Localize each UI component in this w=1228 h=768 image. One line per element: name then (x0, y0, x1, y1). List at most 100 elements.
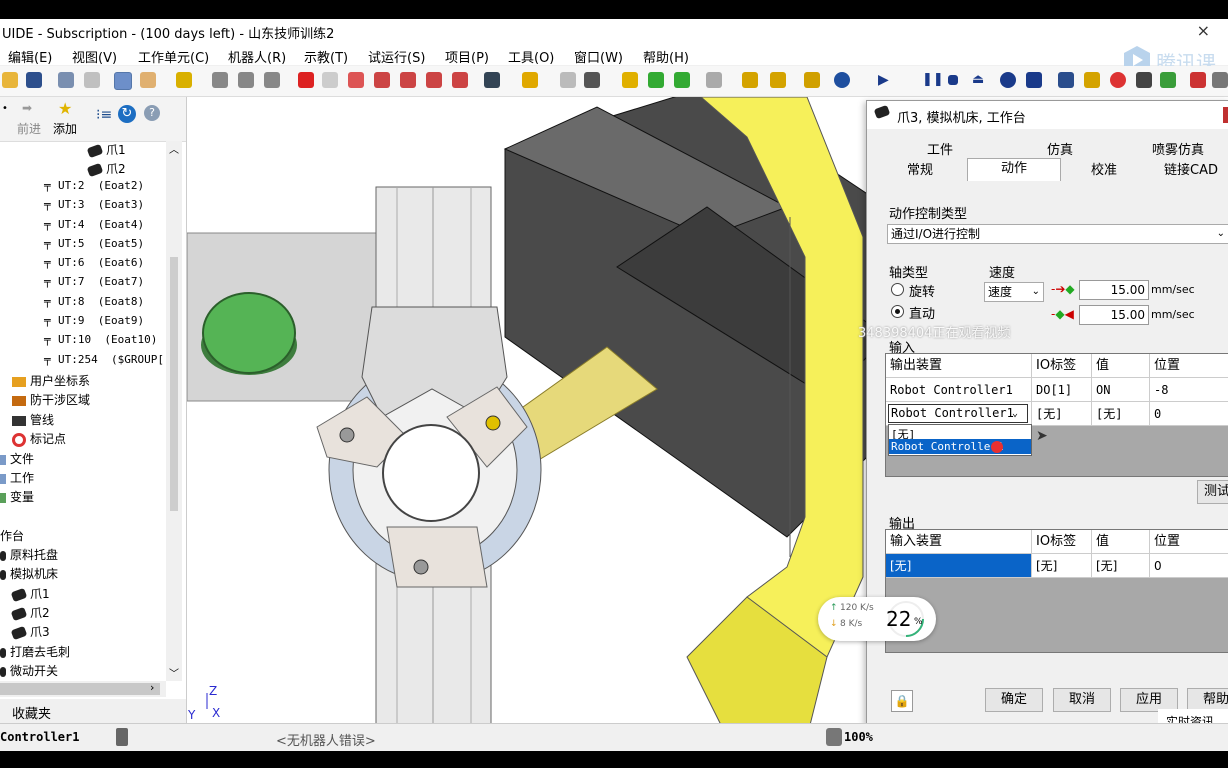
menu-robot[interactable]: 机器人(R) (228, 47, 286, 66)
speed-type-select[interactable]: 速度 ⌄ (984, 282, 1044, 302)
tree-item-user-frames[interactable]: 用户坐标系 (12, 372, 90, 390)
frame-icon[interactable] (452, 72, 468, 88)
tree-item-claw3[interactable]: 爪3 (10, 623, 50, 641)
open-icon[interactable] (2, 72, 18, 88)
radio-rotate[interactable] (891, 283, 904, 296)
camera-icon[interactable] (584, 72, 600, 88)
save-icon[interactable] (26, 72, 42, 88)
zoom-in-icon[interactable] (212, 72, 228, 88)
path-icon[interactable] (426, 72, 442, 88)
tree-item-files[interactable]: 文件 (0, 450, 34, 468)
refresh-icon[interactable]: ↻ (118, 105, 136, 123)
chevron-up-icon[interactable]: ︿ (169, 141, 179, 156)
monitor-icon[interactable] (1026, 72, 1042, 88)
favorites-tab[interactable]: 收藏夹 (0, 699, 186, 723)
test-button[interactable]: 测试 (1197, 480, 1228, 504)
link-icon[interactable] (706, 72, 722, 88)
measure-icon[interactable] (322, 72, 338, 88)
forward-speed-input[interactable]: 15.00 (1079, 280, 1149, 300)
redo-icon[interactable] (84, 72, 100, 88)
teach-icon[interactable] (648, 72, 664, 88)
tree-item-claw2[interactable]: 爪2 (10, 604, 50, 622)
cancel-run-icon[interactable] (1000, 72, 1016, 88)
more-icon[interactable] (1212, 72, 1228, 88)
tree-item-ut[interactable]: ╤ UT:10 (Eoat10) (44, 333, 157, 351)
target-icon[interactable] (374, 72, 390, 88)
program-icon[interactable] (770, 72, 786, 88)
part-icon[interactable] (1084, 72, 1100, 88)
tree-item-ut[interactable]: ╤ UT:3 (Eoat3) (44, 198, 144, 216)
scrollbar-thumb[interactable] (0, 683, 160, 695)
menu-tools[interactable]: 工具(O) (508, 47, 554, 66)
tab-general[interactable]: 常规 (875, 161, 965, 181)
close-icon[interactable] (1223, 107, 1228, 123)
pause-icon[interactable]: ❚❚ (922, 72, 944, 88)
tab-link-cad[interactable]: 链接CAD (1151, 161, 1228, 181)
tree-item-variables[interactable]: 变量 (0, 488, 34, 506)
help-icon[interactable] (176, 72, 192, 88)
tree-item-ut[interactable]: ╤ UT:254 ($GROUP[ (44, 353, 164, 371)
lock-icon[interactable]: 🔒 (891, 690, 913, 712)
tree-item-ut[interactable]: ╤ UT:6 (Eoat6) (44, 256, 144, 274)
menu-help[interactable]: 帮助(H) (643, 47, 689, 66)
group-icon[interactable] (742, 72, 758, 88)
menu-edit[interactable]: 编辑(E) (8, 47, 52, 66)
device-select[interactable]: Robot Controller1 ⌄ (886, 402, 1032, 426)
move-icon[interactable] (298, 72, 314, 88)
tree-item-material-tray[interactable]: 原料托盘 (0, 546, 58, 564)
add-button[interactable]: 添加 (53, 120, 77, 137)
forward-button[interactable]: 前进 (17, 120, 41, 137)
scrollbar-thumb[interactable] (170, 257, 178, 511)
candle-icon[interactable] (804, 72, 820, 88)
ruler-icon[interactable] (522, 72, 538, 88)
tab-spray-simulation[interactable]: 喷雾仿真 (1125, 141, 1228, 161)
chevron-right-icon[interactable]: › (150, 681, 154, 694)
robot-icon[interactable] (622, 72, 638, 88)
tree-item-ut[interactable]: ╤ UT:8 (Eoat8) (44, 295, 144, 313)
box-icon[interactable] (1190, 72, 1206, 88)
undo-icon[interactable] (58, 72, 74, 88)
tree-item-claw1[interactable]: 爪1 (86, 141, 126, 159)
table-row[interactable]: [无] [无] [无] 0 (886, 554, 1228, 578)
table-row[interactable]: Robot Controller1 ⌄ [无] [无] 0 (886, 402, 1228, 426)
forward-arrow-icon[interactable]: ➡ (22, 101, 32, 115)
tree-item-machine[interactable]: 模拟机床 (0, 565, 58, 583)
menu-window[interactable]: 窗口(W) (574, 47, 623, 66)
tree-item-ut[interactable]: ╤ UT:7 (Eoat7) (44, 275, 144, 293)
tree-item-work[interactable]: 工作 (0, 469, 34, 487)
tree-item-microswitch[interactable]: 微动开关 (0, 662, 58, 680)
tree-item-ut[interactable]: ╤ UT:4 (Eoat4) (44, 218, 144, 236)
menu-workcell[interactable]: 工作单元(C) (138, 47, 209, 66)
grid-icon[interactable] (1136, 72, 1152, 88)
building-icon[interactable] (1058, 72, 1074, 88)
menu-view[interactable]: 视图(V) (72, 47, 117, 66)
menu-project[interactable]: 项目(P) (445, 47, 489, 66)
tree-item-ut[interactable]: ╤ UT:5 (Eoat5) (44, 237, 144, 255)
tree-item-ut[interactable]: ╤ UT:2 (Eoat2) (44, 179, 144, 197)
tool-icon[interactable] (674, 72, 690, 88)
zoom-fit-icon[interactable] (264, 72, 280, 88)
help-circle-icon[interactable]: ? (144, 105, 160, 121)
cancel-button[interactable]: 取消 (1053, 688, 1111, 712)
menu-test-run[interactable]: 试运行(S) (368, 47, 425, 66)
ok-button[interactable]: 确定 (985, 688, 1043, 712)
radio-linear[interactable] (891, 305, 904, 318)
cell-browser-icon[interactable] (114, 72, 132, 90)
user-icon[interactable] (1160, 72, 1176, 88)
tree-item-worktable[interactable]: 作台 (0, 527, 24, 545)
tree-item-markers[interactable]: 标记点 (12, 430, 66, 448)
close-icon[interactable]: × (1197, 21, 1210, 40)
tree-vertical-scrollbar[interactable]: ︿ ﹀ (166, 141, 182, 681)
jog-icon[interactable] (348, 72, 364, 88)
tree-item-claw1[interactable]: 爪1 (10, 585, 50, 603)
tree-item-deburr[interactable]: 打磨去毛刺 (0, 643, 70, 661)
menu-teach[interactable]: 示教(T) (304, 47, 348, 66)
record-icon[interactable] (834, 72, 850, 88)
back-arrow-icon[interactable]: • (2, 103, 8, 114)
backward-speed-input[interactable]: 15.00 (1079, 305, 1149, 325)
gun-icon[interactable] (484, 72, 500, 88)
tab-calibration[interactable]: 校准 (1061, 161, 1147, 181)
tree-item-interference[interactable]: 防干涉区域 (12, 391, 90, 409)
stop-icon[interactable] (948, 75, 958, 85)
tree-horizontal-scrollbar[interactable]: › (0, 681, 166, 697)
